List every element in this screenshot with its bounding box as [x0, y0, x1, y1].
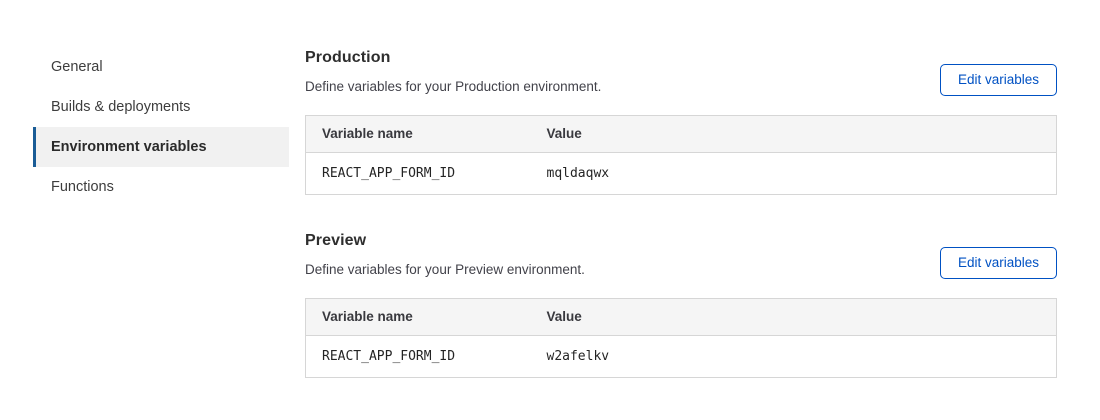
column-header-variable-name: Variable name: [306, 299, 531, 336]
sidebar-item-environment-variables[interactable]: Environment variables: [33, 127, 289, 167]
table-header-row: Variable name Value: [306, 116, 1057, 153]
preview-variables-table: Variable name Value REACT_APP_FORM_ID w2…: [305, 298, 1057, 378]
table-row: REACT_APP_FORM_ID mqldaqwx: [306, 153, 1057, 195]
table-row: REACT_APP_FORM_ID w2afelkv: [306, 336, 1057, 378]
variable-value-cell: mqldaqwx: [531, 153, 1057, 195]
sidebar-item-builds-deployments[interactable]: Builds & deployments: [33, 87, 289, 127]
sidebar-item-general[interactable]: General: [33, 47, 289, 87]
production-variables-table: Variable name Value REACT_APP_FORM_ID mq…: [305, 115, 1057, 195]
column-header-variable-name: Variable name: [306, 116, 531, 153]
production-edit-variables-button[interactable]: Edit variables: [940, 64, 1057, 96]
environment-variables-panel: Production Define variables for your Pro…: [305, 48, 1057, 378]
production-section: Production Define variables for your Pro…: [305, 48, 1057, 195]
variable-name-cell: REACT_APP_FORM_ID: [306, 336, 531, 378]
preview-edit-variables-button[interactable]: Edit variables: [940, 247, 1057, 279]
table-header-row: Variable name Value: [306, 299, 1057, 336]
settings-sidebar: General Builds & deployments Environment…: [33, 47, 289, 207]
preview-section: Preview Define variables for your Previe…: [305, 231, 1057, 378]
variable-name-cell: REACT_APP_FORM_ID: [306, 153, 531, 195]
column-header-value: Value: [531, 299, 1057, 336]
sidebar-item-functions[interactable]: Functions: [33, 167, 289, 207]
column-header-value: Value: [531, 116, 1057, 153]
variable-value-cell: w2afelkv: [531, 336, 1057, 378]
